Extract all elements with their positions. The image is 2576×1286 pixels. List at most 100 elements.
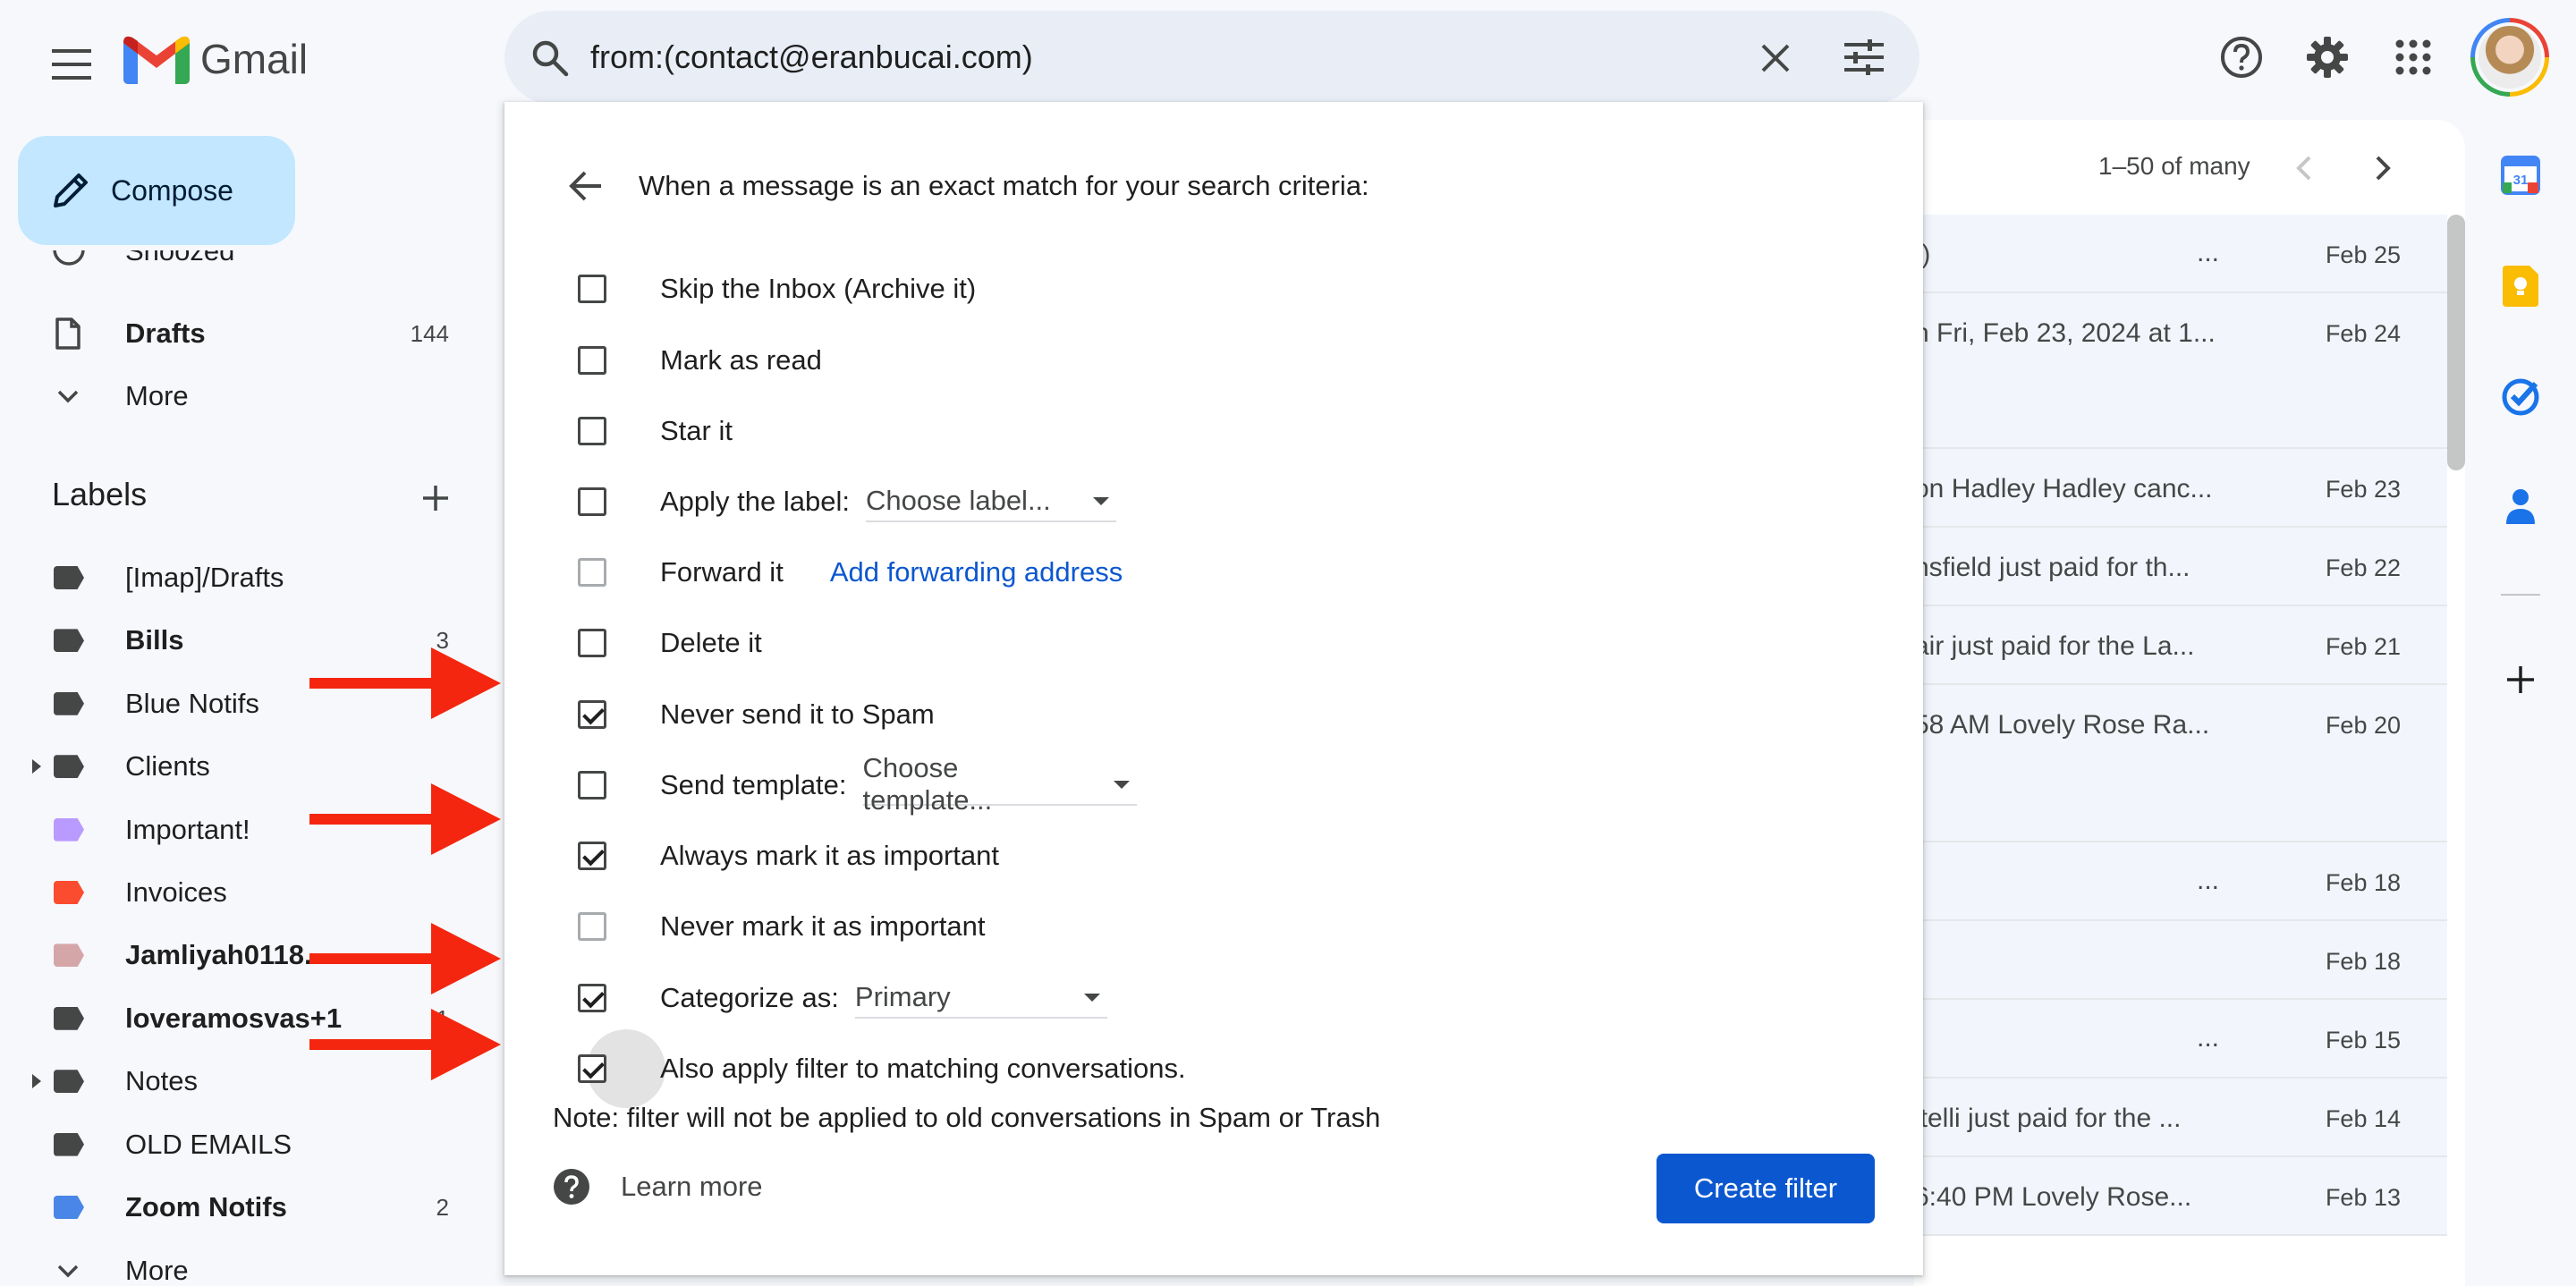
categorize-label: Categorize as:: [660, 982, 839, 1013]
email-row[interactable]: ... Feb 18: [1914, 842, 2447, 921]
app-name: Gmail: [200, 36, 309, 82]
email-row[interactable]: air just paid for the La... Feb 21: [1914, 606, 2447, 685]
option-apply-matching[interactable]: Also apply filter to matching conversati…: [556, 1029, 1186, 1108]
label-select[interactable]: Choose label...: [865, 481, 1116, 522]
email-snippet: on Hadley Hadley canc...: [1914, 474, 2213, 503]
forward-label: Forward it: [660, 556, 784, 588]
option-star[interactable]: Star it: [556, 396, 733, 466]
create-label-button[interactable]: [411, 474, 460, 522]
search-bar[interactable]: from:(contact@eranbucai.com): [504, 11, 1919, 104]
label-item[interactable]: Zoom Notifs 2: [0, 1176, 483, 1239]
apply-label-label: Apply the label:: [660, 486, 850, 517]
apply-matching-label: Also apply filter to matching conversati…: [660, 1053, 1186, 1084]
get-addons-button[interactable]: [2494, 653, 2547, 706]
star-label: Star it: [660, 415, 733, 446]
categorize-checkbox[interactable]: [578, 984, 606, 1012]
label-name: OLD EMAILS: [125, 1128, 292, 1160]
plus-icon: [423, 486, 448, 511]
learn-more-link[interactable]: Learn more: [553, 1155, 763, 1218]
option-always-important[interactable]: Always mark it as important: [556, 821, 999, 891]
search-input[interactable]: from:(contact@eranbucai.com): [590, 11, 1033, 104]
option-categorize[interactable]: Categorize as: Primary: [556, 963, 1107, 1033]
never-spam-checkbox[interactable]: [578, 700, 606, 729]
annotation-arrow-icon: [309, 647, 501, 719]
label-name: Bills: [125, 624, 184, 656]
search-icon[interactable]: [531, 39, 569, 77]
always-important-checkbox[interactable]: [578, 842, 606, 870]
label-item[interactable]: Invoices: [0, 861, 483, 924]
nav-item-more[interactable]: More: [0, 365, 483, 427]
option-never-important[interactable]: Never mark it as important: [556, 892, 986, 961]
label-name: Invoices: [125, 876, 227, 908]
option-delete[interactable]: Delete it: [556, 608, 762, 678]
email-ellipsis: ...: [2197, 238, 2220, 267]
support-button[interactable]: [2209, 25, 2274, 89]
create-filter-button[interactable]: Create filter: [1657, 1154, 1875, 1223]
label-item[interactable]: [Imap]/Drafts: [0, 546, 483, 609]
older-page-button[interactable]: [2358, 143, 2408, 193]
never-important-checkbox[interactable]: [578, 912, 606, 941]
chevron-left-icon: [2296, 156, 2311, 181]
filter-dialog-header: When a message is an exact match for you…: [556, 148, 1369, 224]
label-tag-icon: [54, 755, 84, 779]
mark-read-checkbox[interactable]: [578, 346, 606, 375]
email-date: Feb 20: [2325, 712, 2401, 739]
email-row[interactable]: 6:40 PM Lovely Rose... Feb 13: [1914, 1157, 2447, 1236]
newer-page-button[interactable]: [2279, 143, 2329, 193]
option-forward[interactable]: Forward it Add forwarding address: [556, 537, 1123, 607]
label-tag-icon: [54, 817, 84, 842]
expand-caret-icon[interactable]: [32, 1074, 41, 1089]
annotation-arrow-icon: [309, 1009, 501, 1080]
keep-app-button[interactable]: [2494, 259, 2547, 313]
delete-checkbox[interactable]: [578, 629, 606, 657]
option-never-spam[interactable]: Never send it to Spam: [556, 680, 935, 749]
main-menu-button[interactable]: [39, 32, 104, 97]
email-row[interactable]: Feb 18: [1914, 921, 2447, 1000]
email-row[interactable]: ... Feb 15: [1914, 1000, 2447, 1079]
send-template-checkbox[interactable]: [578, 771, 606, 800]
back-arrow-icon[interactable]: [556, 158, 612, 214]
email-row[interactable]: .)... Feb 25: [1914, 215, 2447, 293]
chevron-right-icon: [2376, 156, 2391, 181]
contacts-app-button[interactable]: [2494, 479, 2547, 533]
apply-matching-checkbox[interactable]: [578, 1054, 606, 1083]
apply-label-checkbox[interactable]: [578, 487, 606, 516]
learn-more-label: Learn more: [621, 1171, 763, 1202]
list-scrollbar[interactable]: [2447, 215, 2465, 470]
nav-item-drafts[interactable]: Drafts 144: [0, 302, 483, 365]
tasks-app-button[interactable]: [2494, 370, 2547, 424]
option-skip-inbox[interactable]: Skip the Inbox (Archive it): [556, 254, 976, 324]
settings-button[interactable]: [2295, 25, 2360, 89]
email-row[interactable]: 58 AM Lovely Rose Ra... Feb 20: [1914, 685, 2447, 842]
gmail-logo[interactable]: Gmail: [123, 29, 308, 89]
email-row[interactable]: n Fri, Feb 23, 2024 at 1... Feb 24: [1914, 293, 2447, 449]
category-select[interactable]: Primary: [854, 977, 1107, 1019]
clear-search-icon[interactable]: [1760, 43, 1791, 73]
option-apply-label[interactable]: Apply the label: Choose label...: [556, 467, 1116, 537]
option-send-template[interactable]: Send template: Choose template...: [556, 750, 1137, 820]
template-select[interactable]: Choose template...: [862, 752, 1137, 816]
compose-button[interactable]: Compose: [18, 136, 295, 245]
forward-checkbox[interactable]: [578, 558, 606, 587]
email-row[interactable]: nsfield just paid for th... Feb 22: [1914, 528, 2447, 606]
star-checkbox[interactable]: [578, 417, 606, 445]
email-row[interactable]: itelli just paid for the ... Feb 14: [1914, 1079, 2447, 1157]
calendar-app-button[interactable]: 31: [2494, 148, 2547, 202]
labels-more[interactable]: More: [0, 1239, 483, 1286]
option-mark-read[interactable]: Mark as read: [556, 326, 822, 395]
add-forwarding-address-link[interactable]: Add forwarding address: [830, 556, 1123, 588]
account-avatar[interactable]: [2470, 18, 2549, 97]
nav-item-snoozed[interactable]: Snoozed: [0, 250, 483, 286]
always-important-label: Always mark it as important: [660, 840, 999, 871]
email-date: Feb 13: [2325, 1184, 2401, 1211]
chevron-down-icon: [57, 1265, 79, 1278]
email-row[interactable]: on Hadley Hadley canc... Feb 23: [1914, 449, 2447, 528]
search-options-icon[interactable]: [1844, 39, 1884, 75]
compose-label: Compose: [111, 173, 233, 207]
label-name: Zoom Notifs: [125, 1191, 287, 1223]
expand-caret-icon[interactable]: [32, 759, 41, 774]
label-item[interactable]: OLD EMAILS: [0, 1113, 483, 1176]
dropdown-arrow-icon: [1113, 780, 1130, 789]
skip-inbox-checkbox[interactable]: [578, 275, 606, 303]
apps-button[interactable]: [2381, 25, 2445, 89]
